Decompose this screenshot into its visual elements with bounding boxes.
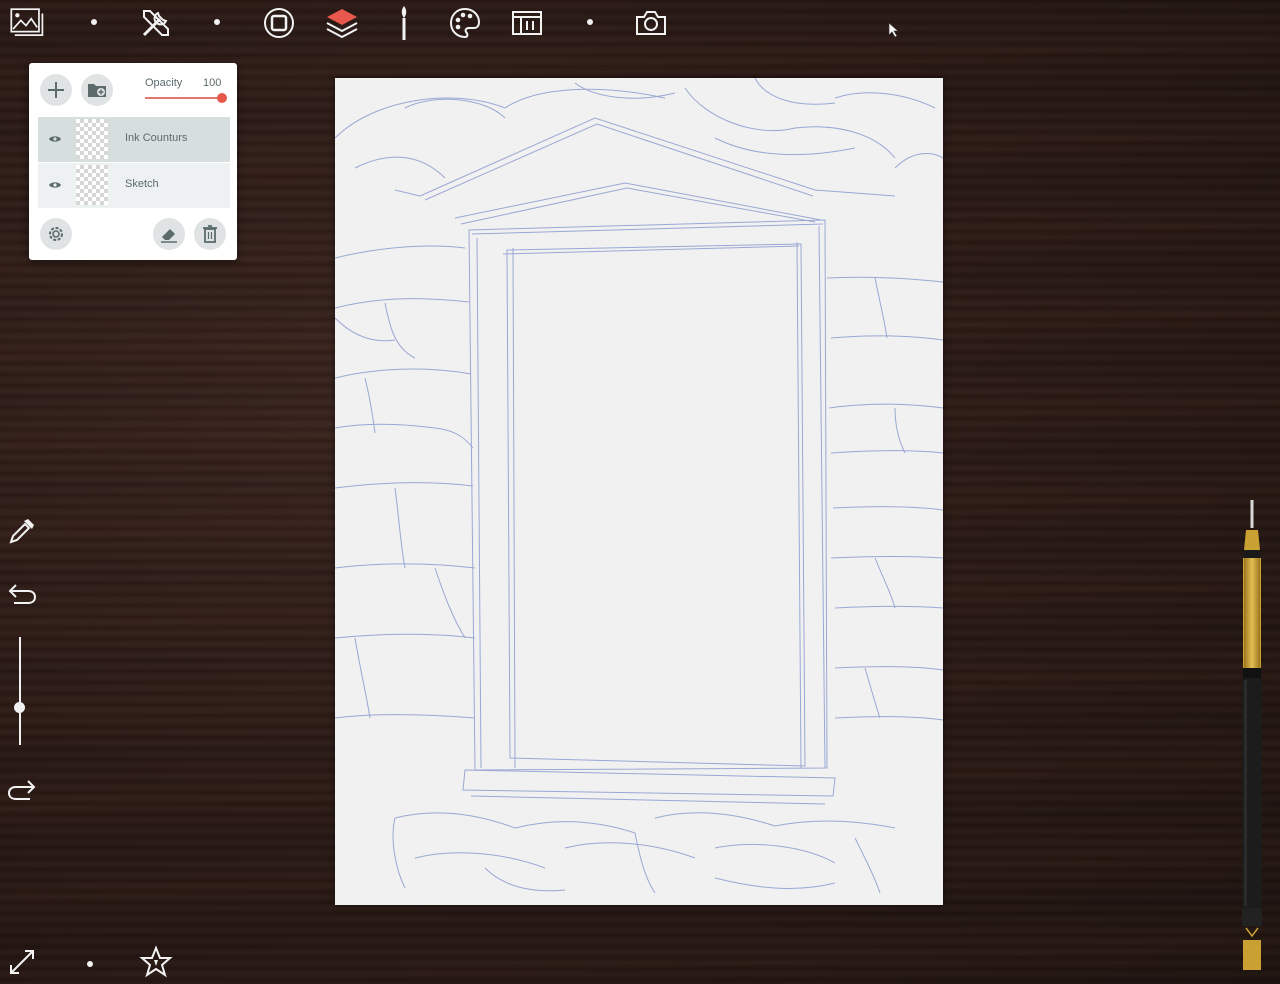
- camera-icon[interactable]: [632, 4, 670, 42]
- fineliner-pen-icon[interactable]: [1234, 500, 1270, 975]
- layer-name: Sketch: [125, 178, 159, 190]
- brush-size-slider-thumb[interactable]: [14, 702, 25, 713]
- separator-dot: [87, 961, 93, 967]
- add-folder-button[interactable]: [81, 74, 113, 106]
- plus-icon: [48, 82, 64, 98]
- trash-icon: [203, 225, 217, 243]
- layer-row-sketch[interactable]: Sketch: [38, 163, 230, 208]
- layers-panel: Opacity 100 Ink Counturs Sketch: [29, 63, 237, 260]
- opacity-value: 100: [203, 77, 222, 89]
- opacity-slider-thumb[interactable]: [217, 93, 227, 103]
- eye-icon[interactable]: [48, 132, 62, 146]
- eye-icon[interactable]: [48, 178, 62, 192]
- eyedropper-icon: [9, 519, 34, 544]
- layer-settings-button[interactable]: [40, 218, 72, 250]
- opacity-slider-track[interactable]: [145, 97, 223, 99]
- eraser-icon: [161, 229, 177, 243]
- folder-add-icon: [88, 84, 106, 97]
- separator-dot: [214, 19, 220, 25]
- canvas-frame-icon[interactable]: [260, 4, 298, 42]
- drawing-canvas[interactable]: [334, 77, 944, 905]
- expand-icon: [10, 950, 34, 974]
- separator-dot: [587, 19, 593, 25]
- brush-size-slider-track[interactable]: [19, 637, 21, 745]
- clear-layer-button[interactable]: [153, 218, 185, 250]
- palette-icon[interactable]: [446, 4, 484, 42]
- window-sketch-drawing: [334, 77, 944, 894]
- layer-row-ink-counturs[interactable]: Ink Counturs: [38, 117, 230, 162]
- redo-button[interactable]: [5, 772, 39, 806]
- top-toolbar: [0, 0, 700, 46]
- fullscreen-button[interactable]: [4, 944, 40, 980]
- layer-thumbnail: [76, 119, 108, 159]
- gallery-icon[interactable]: [7, 4, 45, 42]
- brush-icon[interactable]: [385, 4, 423, 42]
- undo-button[interactable]: [5, 576, 39, 610]
- layer-thumbnail: [76, 165, 108, 205]
- delete-layer-button[interactable]: [194, 218, 226, 250]
- undo-icon: [8, 584, 37, 604]
- add-layer-button[interactable]: [40, 74, 72, 106]
- gear-icon: [49, 227, 63, 241]
- separator-dot: [91, 19, 97, 25]
- opacity-label: Opacity: [145, 77, 183, 89]
- layers-icon[interactable]: [323, 4, 361, 42]
- redo-icon: [7, 780, 36, 800]
- layer-name: Ink Counturs: [125, 132, 188, 144]
- reference-panel-icon[interactable]: [508, 4, 546, 42]
- star-icon: [139, 945, 173, 978]
- mouse-cursor-icon: [888, 22, 899, 38]
- tools-icon[interactable]: [137, 4, 175, 42]
- favorites-button[interactable]: [138, 944, 174, 980]
- eyedropper-button[interactable]: [5, 514, 39, 548]
